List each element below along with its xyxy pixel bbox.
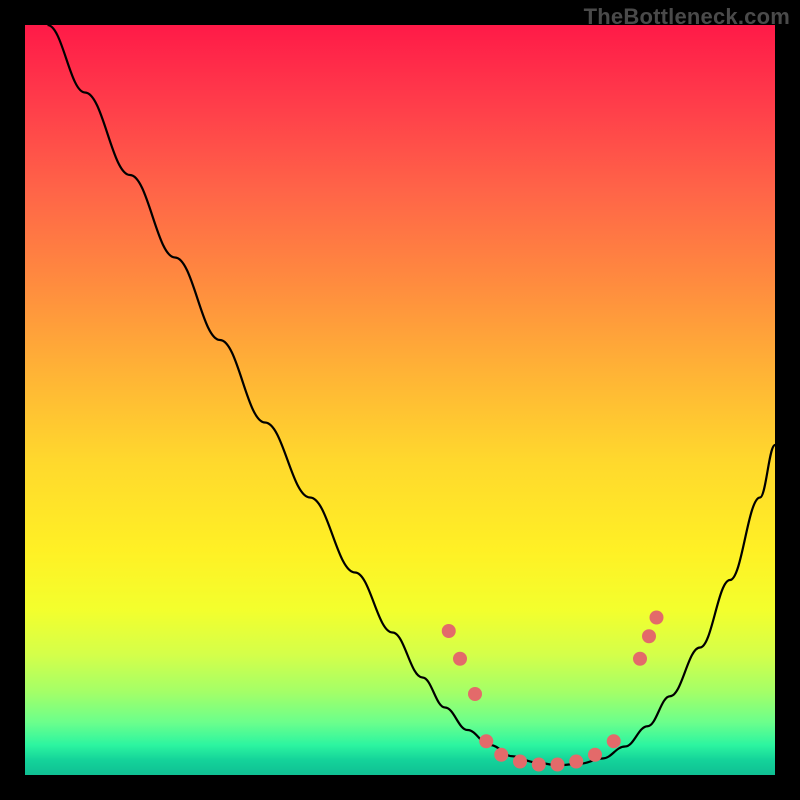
highlight-marker — [650, 611, 664, 625]
highlight-marker — [551, 758, 565, 772]
highlight-marker — [468, 687, 482, 701]
highlight-marker — [642, 629, 656, 643]
highlight-marker — [569, 755, 583, 769]
highlight-markers-group — [442, 611, 664, 772]
highlight-marker — [479, 734, 493, 748]
highlight-marker — [532, 758, 546, 772]
chart-svg — [25, 25, 775, 775]
highlight-marker — [607, 734, 621, 748]
highlight-marker — [453, 652, 467, 666]
highlight-marker — [513, 755, 527, 769]
highlight-marker — [588, 748, 602, 762]
highlight-marker — [494, 748, 508, 762]
highlight-marker — [633, 652, 647, 666]
bottleneck-curve-line — [48, 25, 776, 765]
chart-frame — [25, 25, 775, 775]
highlight-marker — [442, 624, 456, 638]
